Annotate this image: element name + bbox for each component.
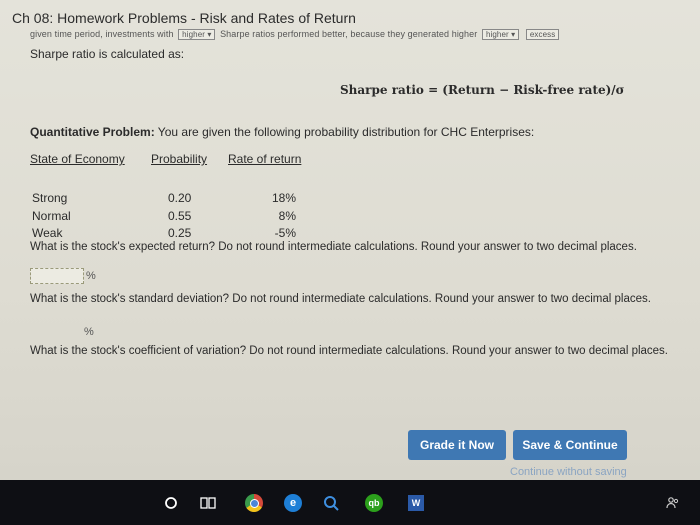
sharpe-ratio-lead: Sharpe ratio is calculated as: [30,47,185,61]
cutoff-text-1: given time period, investments with [30,29,174,39]
edge-icon[interactable]: e [282,492,304,514]
cutoff-previous-question: given time period, investments with high… [30,29,561,40]
column-header-probability: Probability [151,152,208,166]
cutoff-text-2: Sharpe ratios performed better, because … [220,29,478,39]
rate-cell: 8% [278,209,296,223]
chevron-down-icon: ▾ [511,30,516,39]
task-view-icon[interactable] [197,492,219,514]
quickbooks-icon[interactable]: qb [363,492,385,514]
probability-cell: 0.20 [168,191,192,205]
sharpe-ratio-formula: Sharpe ratio = (Return − Risk-free rate)… [340,83,625,97]
probability-cell: 0.25 [168,226,192,240]
people-icon[interactable] [662,492,684,514]
state-cell: Normal [32,209,71,223]
cortana-search-icon[interactable] [320,492,342,514]
quantitative-problem: Quantitative Problem: You are given the … [30,125,534,139]
answer-dropdown-2[interactable]: higher ▾ [481,29,520,40]
rate-cell: 18% [271,191,296,205]
quantitative-problem-label: Quantitative Problem: [30,125,155,139]
continue-without-saving-link[interactable]: Continue without saving [510,466,627,478]
state-cell: Strong [32,191,68,205]
expected-return-input[interactable] [30,268,84,284]
column-header-state: State of Economy [30,152,125,166]
question-expected-return: What is the stock's expected return? Do … [30,241,637,253]
question-standard-deviation: What is the stock's standard deviation? … [30,293,651,305]
windows-taskbar: e qb W [0,480,700,525]
rate-cell: -5% [274,226,296,240]
percent-unit: % [86,270,96,282]
quantitative-problem-text: You are given the following probability … [154,125,535,139]
probability-cell: 0.55 [168,209,192,223]
standard-deviation-input[interactable] [30,325,82,339]
page-title: Ch 08: Homework Problems - Risk and Rate… [12,10,356,26]
chevron-down-icon: ▾ [207,30,212,39]
standard-deviation-answer: % [30,323,94,341]
expected-return-answer: % [30,267,96,285]
question-coefficient-variation: What is the stock's coefficient of varia… [30,345,669,357]
coefficient-variation-input[interactable] [30,374,82,388]
answer-dropdown-1[interactable]: higher ▾ [178,29,216,40]
coefficient-variation-answer [30,372,82,390]
state-cell: Weak [32,226,63,240]
save-continue-button[interactable]: Save & Continue [513,430,627,460]
grade-it-now-button[interactable]: Grade it Now [408,430,506,460]
search-icon[interactable] [160,492,182,514]
percent-unit: % [84,326,94,338]
homework-page: Ch 08: Homework Problems - Risk and Rate… [0,0,700,480]
column-header-rate: Rate of return [228,152,302,166]
chrome-icon[interactable] [243,492,265,514]
answer-dropdown-3[interactable]: excess [525,29,560,40]
word-icon[interactable]: W [405,492,427,514]
